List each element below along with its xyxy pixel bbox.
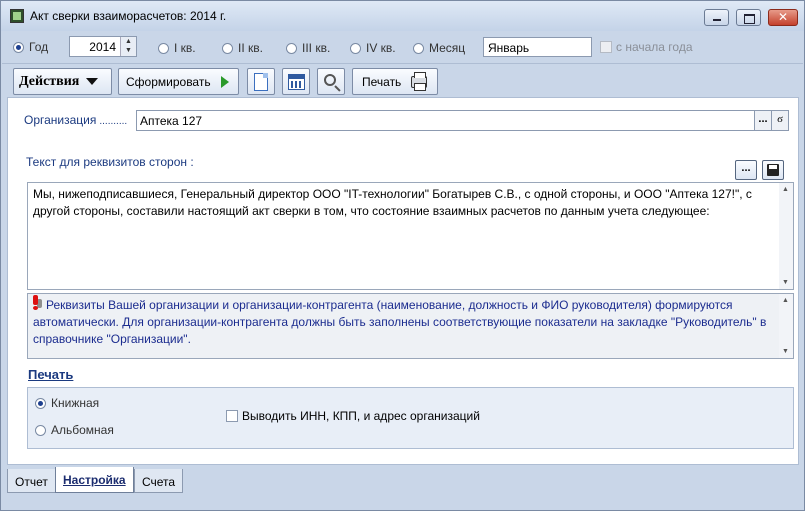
generate-label: Сформировать — [126, 74, 211, 89]
radio-dot — [222, 42, 233, 54]
dropdown-caret-icon — [86, 78, 99, 85]
year-value: 2014 — [89, 40, 116, 54]
info-scrollbar[interactable]: ▲ ▼ — [779, 294, 793, 358]
period-year-radio[interactable]: Год — [13, 40, 48, 54]
radio-dot — [350, 42, 361, 54]
period-month-radio[interactable]: Месяц — [413, 41, 465, 55]
radio-dot — [413, 42, 424, 54]
radio-dot — [13, 41, 24, 53]
radio-dot — [35, 424, 46, 436]
save-button[interactable] — [762, 160, 784, 180]
year-stepper[interactable]: 2014 ▲ ▼ — [69, 36, 137, 57]
info-note: Реквизиты Вашей организации и организаци… — [27, 293, 794, 359]
window-title: Акт сверки взаиморасчетов: 2014 г. — [30, 9, 227, 23]
from-year-start-checkbox[interactable]: с начала года — [600, 40, 693, 54]
tab-accounts[interactable]: Счета — [134, 469, 184, 493]
print-options-group: Книжная Альбомная Выводить ИНН, КПП, и а… — [27, 387, 794, 449]
checkbox-label: Выводить ИНН, КПП, и адрес организаций — [242, 409, 480, 423]
scroll-up-icon[interactable]: ▲ — [782, 297, 789, 304]
scroll-down-icon[interactable]: ▼ — [782, 279, 789, 286]
requisites-more-button[interactable]: ... — [735, 160, 757, 180]
radio-label: Год — [29, 40, 49, 54]
search-icon — [323, 74, 336, 86]
radio-label: Книжная — [51, 396, 100, 410]
radio-dot — [286, 42, 297, 54]
settings-panel: Организация.......... Аптека 127 ... ϭ Т… — [7, 97, 799, 465]
organization-label-text: Организация — [24, 113, 97, 127]
toolbar: Действия Сформировать Печать — [2, 63, 803, 97]
period-q2-radio[interactable]: II кв. — [222, 41, 263, 55]
period-q1-radio[interactable]: I кв. — [158, 41, 196, 55]
organization-value: Аптека 127 — [140, 114, 203, 128]
radio-label: II кв. — [238, 41, 263, 55]
minimize-button[interactable] — [704, 9, 729, 26]
bottom-tabs: Отчет Настройка Счета — [2, 466, 803, 510]
requisites-text: Мы, нижеподписавшиеся, Генеральный дирек… — [33, 187, 756, 218]
radio-label: III кв. — [302, 41, 331, 55]
scroll-up-icon[interactable]: ▲ — [782, 186, 789, 193]
checkbox-label: с начала года — [616, 40, 693, 54]
report-window: Акт сверки взаиморасчетов: 2014 г. Год 2… — [0, 0, 805, 511]
tab-report[interactable]: Отчет — [7, 469, 56, 493]
period-q3-radio[interactable]: III кв. — [286, 41, 330, 55]
close-button[interactable] — [768, 9, 798, 26]
app-icon — [10, 9, 24, 23]
tab-settings[interactable]: Настройка — [55, 467, 134, 493]
generate-button[interactable]: Сформировать — [118, 68, 239, 95]
requisites-scrollbar[interactable]: ▲ ▼ — [779, 183, 793, 289]
organization-label: Организация.......... — [24, 113, 127, 127]
stepper-arrows-icon[interactable]: ▲ ▼ — [120, 37, 136, 56]
month-field[interactable]: Январь — [483, 37, 592, 57]
period-bar: Год 2014 ▲ ▼ I кв. II кв. III кв. IV кв. … — [2, 32, 803, 62]
save-icon — [767, 164, 779, 176]
organization-field[interactable]: Аптека 127 ... ϭ — [136, 110, 789, 131]
radio-label: IV кв. — [366, 41, 396, 55]
calendar-icon — [287, 73, 305, 90]
print-label: Печать — [362, 74, 402, 89]
printer-icon — [411, 71, 428, 91]
radio-dot — [35, 397, 46, 409]
title-bar: Акт сверки взаиморасчетов: 2014 г. — [1, 1, 804, 31]
show-inn-checkbox[interactable]: Выводить ИНН, КПП, и адрес организаций — [226, 409, 480, 423]
radio-dot — [158, 42, 169, 54]
print-button[interactable]: Печать — [352, 68, 438, 95]
landscape-radio[interactable]: Альбомная — [35, 423, 114, 437]
organization-open-icon[interactable]: ϭ — [771, 111, 788, 130]
period-q4-radio[interactable]: IV кв. — [350, 41, 396, 55]
maximize-button[interactable] — [736, 9, 761, 26]
radio-label: Альбомная — [51, 423, 114, 437]
actions-label: Действия — [19, 73, 80, 89]
checkbox-box — [600, 41, 612, 53]
search-button[interactable] — [317, 68, 345, 95]
organization-select-button[interactable]: ... — [754, 111, 771, 130]
document-icon — [254, 72, 268, 91]
calendar-button[interactable] — [282, 68, 310, 95]
portrait-radio[interactable]: Книжная — [35, 396, 99, 410]
print-section-heading: Печать — [28, 367, 74, 382]
new-document-button[interactable] — [247, 68, 275, 95]
requisites-textarea[interactable]: Мы, нижеподписавшиеся, Генеральный дирек… — [27, 182, 794, 290]
checkbox-box — [226, 410, 238, 422]
organization-label-dots: .......... — [99, 116, 128, 127]
info-text: Реквизиты Вашей организации и организаци… — [33, 298, 770, 346]
radio-label: Месяц — [429, 41, 466, 55]
requisites-label: Текст для реквизитов сторон : — [26, 155, 194, 169]
scroll-down-icon[interactable]: ▼ — [782, 348, 789, 355]
play-icon — [220, 75, 229, 88]
radio-label: I кв. — [174, 41, 196, 55]
actions-menu-button[interactable]: Действия — [13, 68, 112, 95]
